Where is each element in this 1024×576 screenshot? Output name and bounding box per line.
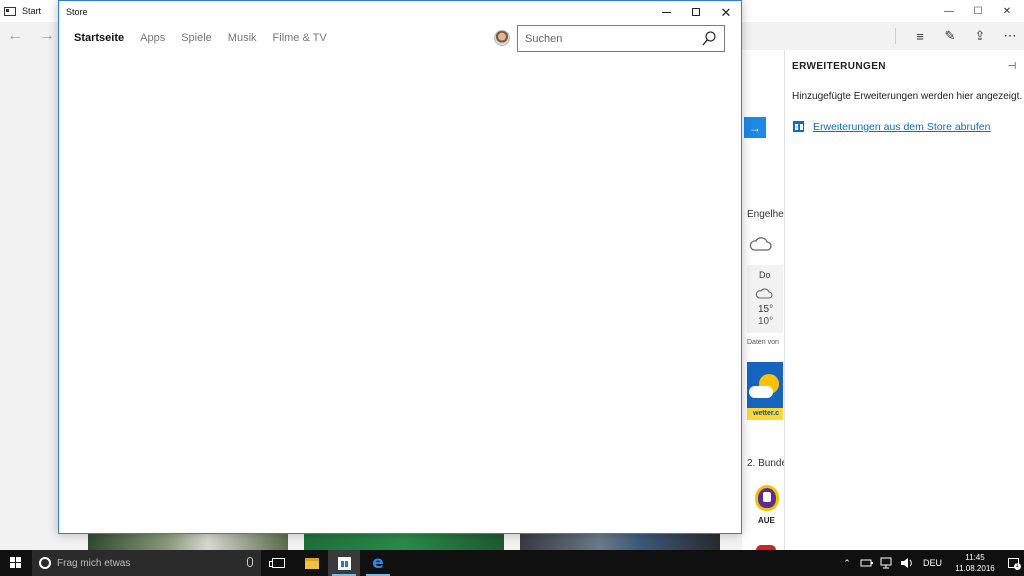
- pin-button[interactable]: ⊣: [1005, 59, 1019, 73]
- team-abbreviation: AUE: [758, 516, 775, 525]
- weather-ad-image[interactable]: wetter.c: [747, 362, 783, 420]
- edge-back-button[interactable]: ←: [3, 24, 27, 48]
- news-thumbnail[interactable]: [304, 533, 504, 550]
- tab-apps[interactable]: Apps: [140, 32, 165, 44]
- store-maximize-button[interactable]: [681, 1, 711, 23]
- microphone-icon[interactable]: [247, 557, 253, 567]
- taskbar-store[interactable]: [328, 550, 360, 576]
- forward-arrow-icon: →: [39, 27, 55, 44]
- edge-hub-button[interactable]: ≡: [909, 25, 931, 47]
- weather-high-temp: 15°: [758, 304, 774, 315]
- search-input[interactable]: [518, 32, 698, 45]
- cortana-search-placeholder: Frag mich etwas: [57, 557, 131, 569]
- store-search-box[interactable]: [517, 25, 725, 52]
- news-thumbnail[interactable]: [88, 533, 288, 550]
- minimize-icon: [661, 11, 671, 13]
- edge-page-go-button[interactable]: →: [744, 117, 766, 138]
- tab-musik[interactable]: Musik: [228, 32, 257, 44]
- store-window: Store ✕ Startseite Apps Spiele Musik Fil…: [58, 0, 742, 534]
- get-extensions-link[interactable]: Erweiterungen aus dem Store abrufen: [813, 121, 990, 133]
- toolbar-divider: [895, 28, 896, 44]
- edge-logo-icon: e: [372, 552, 384, 573]
- share-icon: ⇪: [974, 28, 986, 43]
- cloud-icon: [749, 237, 772, 251]
- edge-maximize-button[interactable]: ☐: [964, 3, 992, 19]
- notification-count: 1: [1013, 563, 1021, 570]
- store-nav: Startseite Apps Spiele Musik Filme & TV: [74, 32, 343, 44]
- edge-tab-start[interactable]: Start: [4, 3, 41, 19]
- weather-ad-label: wetter.c: [747, 408, 783, 420]
- weather-low-temp: 10°: [758, 316, 774, 327]
- extensions-info-text: Hinzugefügte Erweiterungen werden hier a…: [792, 91, 1023, 102]
- task-view-icon: [268, 558, 285, 568]
- edge-share-button[interactable]: ⇪: [969, 25, 991, 47]
- edge-more-button[interactable]: ⋯: [999, 25, 1021, 47]
- news-thumbnail[interactable]: [520, 533, 720, 550]
- team-crest-icon: [755, 485, 779, 511]
- arrow-right-icon: →: [749, 120, 761, 135]
- store-window-title: Store: [66, 7, 88, 17]
- cloud-shape: [749, 386, 773, 398]
- close-icon: ✕: [720, 4, 732, 20]
- tab-spiele[interactable]: Spiele: [181, 32, 212, 44]
- search-icon[interactable]: [702, 31, 716, 46]
- store-close-button[interactable]: ✕: [711, 1, 741, 23]
- more-icon: ⋯: [1003, 28, 1017, 43]
- extensions-hub-panel: ERWEITERUNGEN ⊣ Hinzugefügte Erweiterung…: [784, 50, 1024, 550]
- user-avatar[interactable]: [494, 30, 510, 46]
- taskbar: Frag mich etwas e ⌃ DEU 11:45 11.08.2016…: [0, 550, 1024, 576]
- pin-icon: ⊣: [1007, 60, 1017, 72]
- tab-page-icon: [4, 6, 16, 16]
- weather-source-text: Daten von: [747, 339, 779, 346]
- back-arrow-icon: ←: [7, 27, 23, 44]
- cortana-search-box[interactable]: Frag mich etwas: [32, 550, 261, 576]
- tray-expand-button[interactable]: ⌃: [840, 557, 854, 569]
- clock-date: 11.08.2016: [955, 564, 995, 573]
- weather-location-heading: Engelhe: [747, 209, 784, 220]
- edge-minimize-button[interactable]: —: [935, 3, 963, 19]
- web-note-icon: ✎: [944, 28, 956, 43]
- store-icon: [793, 121, 804, 132]
- close-icon: ✕: [1002, 5, 1012, 17]
- hub-title: ERWEITERUNGEN: [792, 61, 886, 72]
- hub-icon: ≡: [916, 28, 924, 44]
- store-titlebar[interactable]: Store ✕: [59, 1, 741, 23]
- minimize-icon: —: [944, 5, 954, 17]
- taskbar-file-explorer[interactable]: [296, 550, 328, 576]
- edge-web-note-button[interactable]: ✎: [939, 25, 961, 47]
- clock[interactable]: 11:45 11.08.2016: [948, 552, 1002, 574]
- league-heading: 2. Bunde: [747, 458, 788, 469]
- network-icon[interactable]: [880, 557, 894, 569]
- store-bag-icon: [337, 556, 351, 570]
- folder-icon: [305, 557, 319, 569]
- edge-forward-button[interactable]: →: [35, 24, 59, 48]
- store-minimize-button[interactable]: [651, 1, 681, 23]
- windows-logo-icon: [10, 557, 22, 569]
- volume-icon[interactable]: [900, 557, 914, 569]
- battery-icon[interactable]: [860, 557, 874, 569]
- edge-tab-title: Start: [22, 6, 42, 16]
- start-button[interactable]: [0, 550, 32, 576]
- maximize-icon: ☐: [973, 5, 983, 17]
- input-language[interactable]: DEU: [923, 558, 942, 568]
- action-center-button[interactable]: 1: [1002, 550, 1024, 576]
- system-tray: ⌃ DEU 11:45 11.08.2016 1: [837, 550, 1024, 576]
- cortana-icon: [39, 557, 51, 569]
- clock-time: 11:45: [965, 553, 985, 562]
- notification-icon: 1: [1007, 558, 1021, 570]
- tab-startseite[interactable]: Startseite: [74, 32, 124, 44]
- edge-close-button[interactable]: ✕: [993, 3, 1021, 19]
- taskbar-edge[interactable]: e: [362, 550, 394, 576]
- task-view-button[interactable]: [262, 550, 294, 576]
- maximize-icon: [692, 8, 700, 16]
- weather-day-label: Do: [759, 270, 771, 280]
- cloud-icon: [755, 288, 773, 299]
- tab-filme-tv[interactable]: Filme & TV: [273, 32, 327, 44]
